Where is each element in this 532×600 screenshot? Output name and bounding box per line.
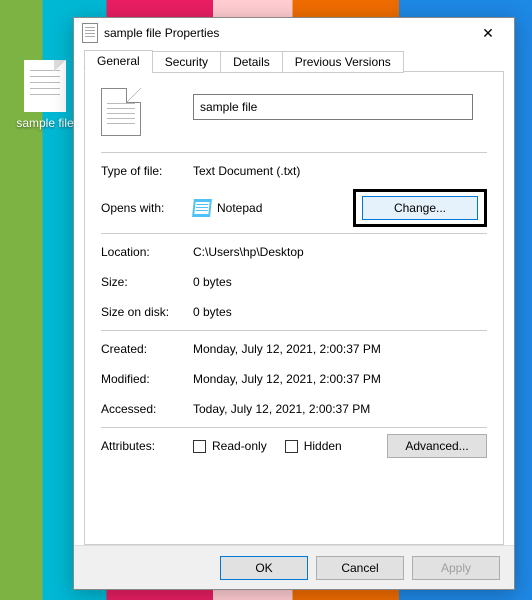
label-size: Size: [101,275,193,289]
titlebar[interactable]: sample file Properties ✕ [74,18,514,48]
cancel-button[interactable]: Cancel [316,556,404,580]
tab-details[interactable]: Details [220,51,283,73]
close-icon: ✕ [482,25,494,42]
desktop-file-icon[interactable]: sample file [15,60,75,130]
tab-previous-versions[interactable]: Previous Versions [282,51,404,73]
divider [101,233,487,234]
window-title: sample file Properties [104,26,468,40]
divider [101,152,487,153]
divider [101,330,487,331]
tab-body-general: Type of file: Text Document (.txt) Opens… [84,71,504,545]
tab-label: Details [233,55,270,69]
value-type-of-file: Text Document (.txt) [193,164,487,178]
tabstrip: General Security Details Previous Versio… [84,50,504,72]
hidden-checkbox[interactable]: Hidden [285,439,342,453]
label-accessed: Accessed: [101,402,193,416]
label-location: Location: [101,245,193,259]
divider [101,427,487,428]
label-opens-with: Opens with: [101,201,193,215]
ok-button[interactable]: OK [220,556,308,580]
readonly-checkbox[interactable]: Read-only [193,439,267,453]
value-size: 0 bytes [193,275,487,289]
value-opens-with: Notepad [217,201,262,215]
tab-general[interactable]: General [84,50,153,72]
desktop-file-label: sample file [15,116,75,130]
close-button[interactable]: ✕ [468,19,508,47]
tab-area: General Security Details Previous Versio… [74,48,514,545]
change-button-highlight: Change... [353,189,487,227]
tab-label: Security [165,55,208,69]
value-accessed: Today, July 12, 2021, 2:00:37 PM [193,402,487,416]
checkbox-box [285,440,298,453]
label-created: Created: [101,342,193,356]
file-icon [24,60,66,112]
notepad-icon [192,199,212,217]
advanced-button[interactable]: Advanced... [387,434,487,458]
properties-window: sample file Properties ✕ General Securit… [73,17,515,590]
checkbox-box [193,440,206,453]
apply-button[interactable]: Apply [412,556,500,580]
hidden-label: Hidden [304,439,342,453]
value-created: Monday, July 12, 2021, 2:00:37 PM [193,342,487,356]
value-location: C:\Users\hp\Desktop [193,245,487,259]
tab-security[interactable]: Security [152,51,221,73]
tab-label: General [97,54,140,68]
filename-input[interactable] [193,94,473,120]
label-modified: Modified: [101,372,193,386]
value-modified: Monday, July 12, 2021, 2:00:37 PM [193,372,487,386]
value-size-on-disk: 0 bytes [193,305,487,319]
tab-label: Previous Versions [295,55,391,69]
label-size-on-disk: Size on disk: [101,305,193,319]
title-file-icon [82,23,98,43]
file-type-icon [101,88,141,136]
change-button[interactable]: Change... [362,196,478,220]
label-type-of-file: Type of file: [101,164,193,178]
dialog-button-row: OK Cancel Apply [74,545,514,589]
label-attributes: Attributes: [101,439,193,453]
readonly-label: Read-only [212,439,267,453]
